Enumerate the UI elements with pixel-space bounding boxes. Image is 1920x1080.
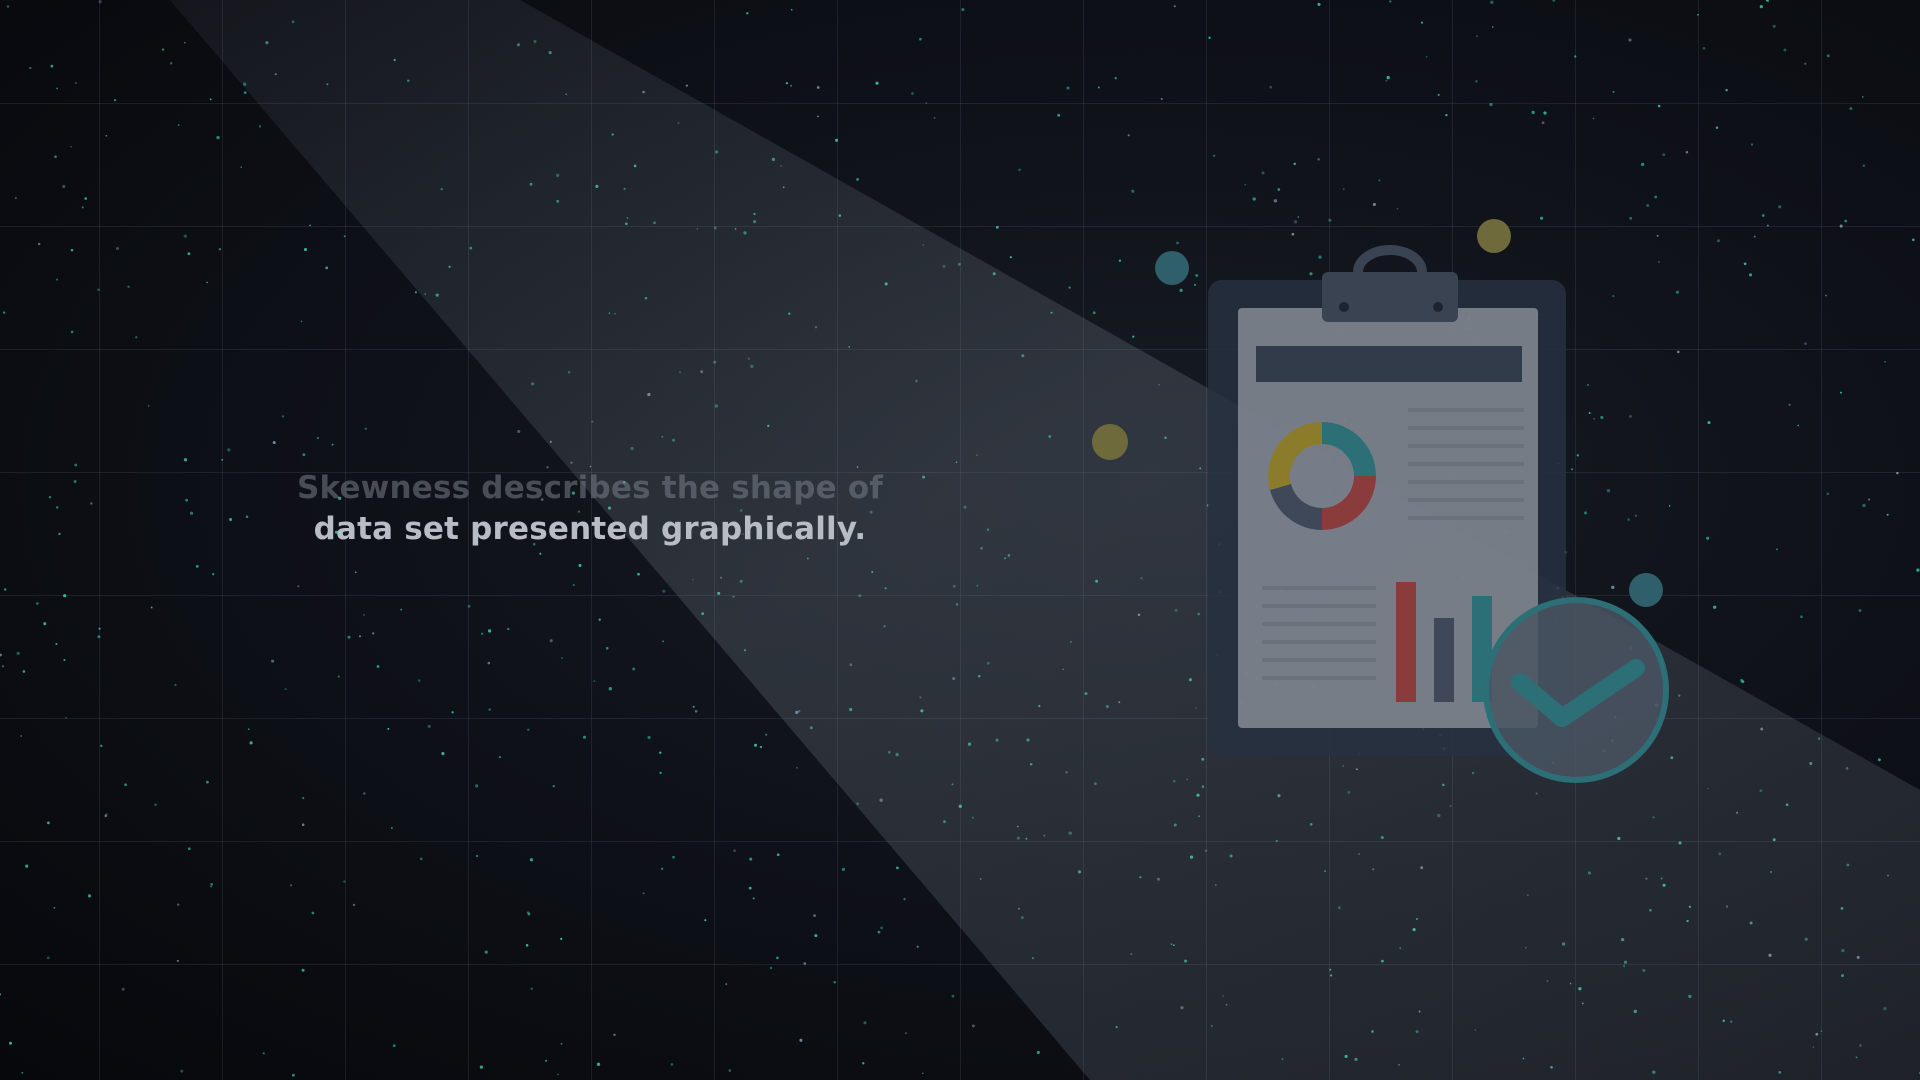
clipboard-report-illustration xyxy=(1092,219,1669,783)
slide-canvas: Skewness describes the shape of data set… xyxy=(0,0,1920,1080)
bubble-gold-top xyxy=(1477,219,1511,253)
bubble-gold-left xyxy=(1092,424,1128,460)
caption-text: Skewness describes the shape of data set… xyxy=(290,468,890,550)
caption-line-2: data set presented graphically. xyxy=(313,511,867,547)
caption-line-1: Skewness describes the shape of xyxy=(296,470,884,506)
report-header-bar xyxy=(1256,346,1522,382)
bubble-teal-top xyxy=(1155,251,1189,285)
bubble-teal-right xyxy=(1629,573,1663,607)
checkmark-icon xyxy=(1483,597,1669,783)
